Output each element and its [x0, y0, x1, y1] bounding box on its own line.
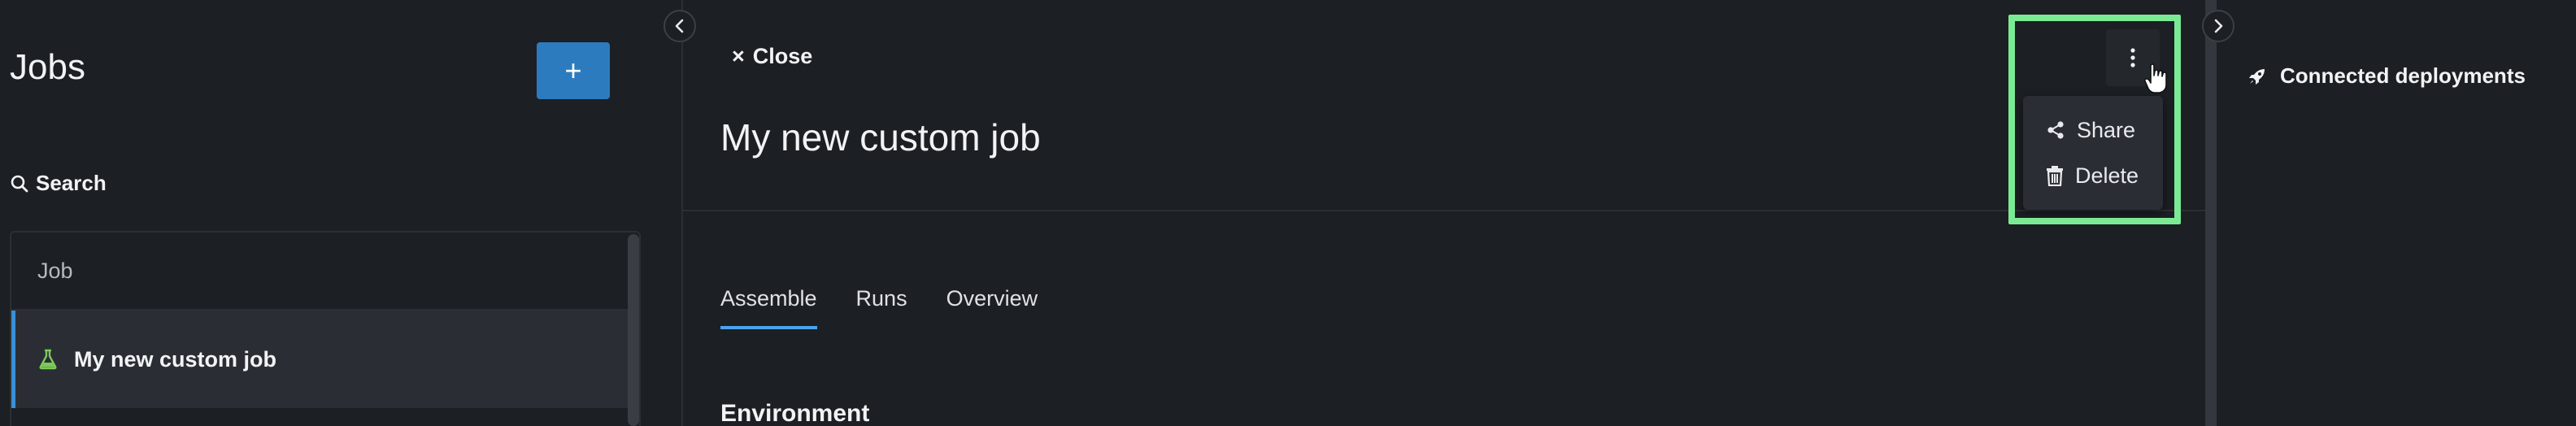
close-button[interactable]: × Close: [732, 44, 812, 69]
flask-icon: [39, 349, 57, 370]
connected-deployments-label: Connected deployments: [2280, 63, 2526, 88]
search-label: Search: [36, 171, 107, 195]
close-icon: ×: [732, 44, 745, 68]
jobs-sidebar: Jobs + Search Job My new custom job: [0, 0, 681, 426]
rocket-icon: [2249, 68, 2265, 85]
menu-item-delete-label: Delete: [2075, 163, 2139, 188]
share-icon: [2047, 121, 2064, 139]
sidebar-title: Jobs: [10, 47, 85, 87]
menu-item-share-label: Share: [2077, 117, 2136, 142]
chevron-left-icon: [675, 19, 684, 33]
menu-item-delete[interactable]: Delete: [2023, 153, 2163, 198]
section-title: Environment: [720, 400, 870, 426]
jobs-list: Job My new custom job: [10, 231, 641, 426]
hand-cursor-icon: [2143, 63, 2167, 93]
collapse-left-button[interactable]: [664, 10, 696, 42]
tab-assemble[interactable]: Assemble: [720, 286, 817, 329]
trash-icon: [2047, 166, 2063, 186]
chevron-right-icon: [2214, 19, 2223, 33]
tab-overview[interactable]: Overview: [946, 286, 1038, 329]
tab-bar: Assemble Runs Overview: [720, 286, 1038, 329]
search-icon: [11, 175, 28, 192]
tab-runs[interactable]: Runs: [856, 286, 907, 329]
connected-deployments-header[interactable]: Connected deployments: [2247, 63, 2526, 89]
kebab-icon: [2130, 48, 2135, 67]
collapse-right-button[interactable]: [2202, 10, 2234, 42]
panel-divider-right[interactable]: [2205, 0, 2217, 426]
list-item-label: My new custom job: [74, 346, 277, 372]
list-column-header: Job: [11, 233, 639, 311]
actions-menu: Share Delete: [2023, 96, 2163, 210]
menu-item-share[interactable]: Share: [2023, 107, 2163, 153]
job-detail-panel: × Close My new custom job Assemble Runs …: [683, 0, 2205, 426]
close-label: Close: [752, 44, 813, 68]
list-item[interactable]: My new custom job: [11, 311, 639, 408]
add-job-button[interactable]: +: [537, 42, 610, 99]
page-title: My new custom job: [720, 116, 1041, 159]
list-scrollbar[interactable]: [628, 234, 639, 426]
deployments-panel: Connected deployments: [2217, 0, 2576, 426]
header-divider: [683, 210, 2205, 211]
search-toggle[interactable]: Search: [10, 171, 107, 196]
